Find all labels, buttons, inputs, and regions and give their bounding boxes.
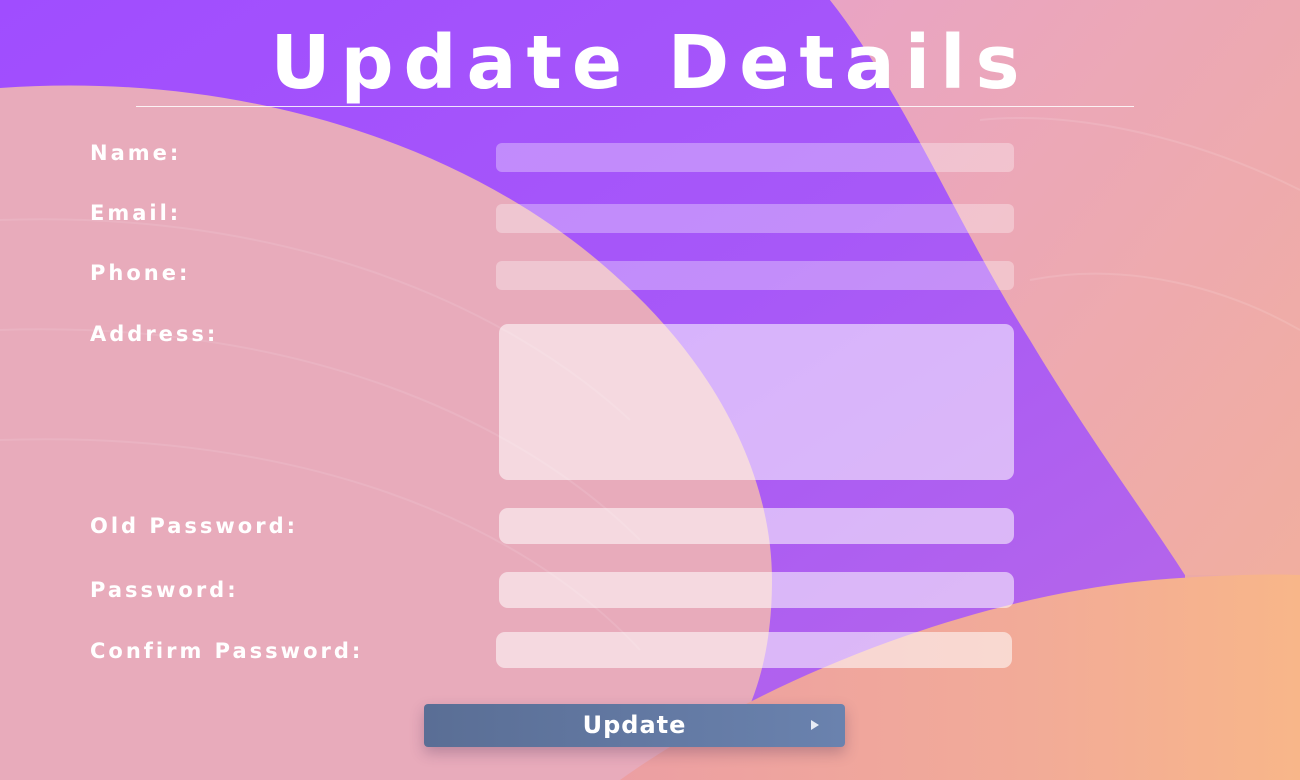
password-field[interactable] [499, 572, 1014, 608]
confirm-password-label: Confirm Password: [90, 639, 364, 663]
update-details-form: Update Details Name: Email: Phone: Addre… [0, 0, 1300, 780]
address-label: Address: [90, 322, 219, 346]
password-label: Password: [90, 578, 239, 602]
name-field[interactable] [496, 143, 1014, 172]
play-arrow-icon [811, 720, 819, 730]
phone-label: Phone: [90, 261, 191, 285]
email-field[interactable] [496, 204, 1014, 233]
phone-field[interactable] [496, 261, 1014, 290]
confirm-password-field[interactable] [496, 632, 1012, 668]
old-password-field[interactable] [499, 508, 1014, 544]
name-label: Name: [90, 141, 182, 165]
old-password-label: Old Password: [90, 514, 299, 538]
update-button-label: Update [582, 711, 687, 739]
update-button[interactable]: Update [424, 704, 845, 747]
title-divider [136, 106, 1134, 107]
address-field[interactable] [499, 324, 1014, 480]
email-label: Email: [90, 201, 182, 225]
page-title: Update Details [270, 20, 1030, 106]
